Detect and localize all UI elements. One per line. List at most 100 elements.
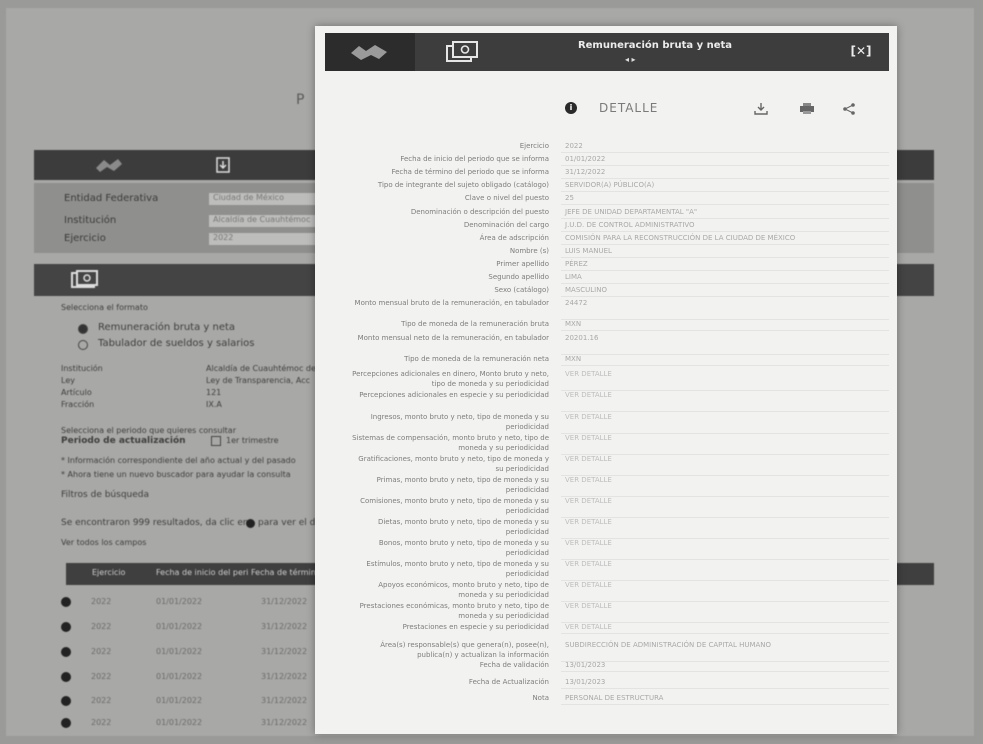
table-row[interactable]: 2022 01/01/2022 31/12/2022 (61, 643, 321, 663)
column-header[interactable]: Ejercicio (92, 568, 125, 577)
radio-label: Remuneración bruta y neta (98, 322, 236, 333)
download-icon[interactable] (214, 156, 240, 174)
column-header[interactable]: Fecha de inicio del peri (156, 568, 248, 577)
detail-row-value: 20201.16 (565, 334, 599, 342)
period-label: Periodo de actualización (61, 436, 186, 446)
detail-link[interactable]: Ver detalle (565, 601, 885, 611)
detail-link[interactable]: Ver detalle (565, 412, 885, 422)
detail-row-label: Apoyos económicos, monto bruto y neto, t… (378, 581, 549, 599)
detail-link[interactable]: Ver detalle (565, 622, 885, 632)
detail-row-label: Nombre (s) (509, 247, 549, 255)
form-label: Institución (64, 215, 117, 226)
meta-label: Fracción (61, 400, 95, 409)
detail-row-value: 13/01/2023 (565, 661, 606, 669)
detail-link[interactable]: Ver detalle (565, 475, 885, 485)
meta-value: 121 (206, 388, 222, 397)
logo-icon (351, 45, 387, 60)
table-row[interactable]: 2022 01/01/2022 31/12/2022 (61, 692, 321, 712)
info-icon[interactable] (61, 622, 71, 632)
nav-arrows[interactable]: ◂ ▸ (625, 55, 636, 64)
print-icon[interactable] (799, 101, 815, 115)
row-divider (561, 365, 889, 366)
detail-link[interactable]: Ver detalle (565, 496, 885, 506)
table-row[interactable]: 2022 01/01/2022 31/12/2022 (61, 618, 321, 638)
detail-link[interactable]: Ver detalle (565, 559, 885, 569)
detail-row-value: MXN (565, 355, 582, 363)
detail-row-label: Segundo apellido (488, 273, 549, 281)
detail-row-value: PÉREZ (565, 260, 588, 268)
detail-row-label: Percepciones adicionales en dinero, Mont… (352, 370, 549, 388)
detail-row-value: COMISIÓN PARA LA RECONSTRUCCIÓN DE LA CI… (565, 234, 796, 242)
table-row[interactable]: 2022 01/01/2022 31/12/2022 (61, 714, 321, 734)
table-row[interactable]: 2022 01/01/2022 31/12/2022 (61, 593, 321, 613)
info-icon[interactable] (61, 597, 71, 607)
row-divider (561, 270, 889, 271)
note-2: * Ahora tiene un nuevo buscador para ayu… (61, 470, 291, 479)
share-icon[interactable] (841, 101, 857, 115)
detail-row-value: J.U.D. DE CONTROL ADMINISTRATIVO (565, 221, 695, 229)
detail-row-label: Área de adscripción (479, 234, 549, 242)
meta-label: Ley (61, 376, 75, 385)
column-header[interactable]: Fecha de término (251, 568, 321, 577)
detail-link[interactable]: Ver detalle (565, 517, 885, 527)
detail-row-label: Primas, monto bruto y neto, tipo de mone… (376, 476, 549, 494)
detail-row-label: Prestaciones económicas, monto bruto y n… (359, 602, 549, 620)
row-divider (561, 165, 889, 166)
detail-row-label: Percepciones adicionales en especie y su… (359, 391, 549, 399)
detail-row-label: Prestaciones en especie y su periodicida… (402, 623, 549, 631)
info-icon[interactable] (61, 647, 71, 657)
modal-header: Remuneración bruta y neta ◂ ▸ [✕] (325, 33, 889, 71)
info-icon[interactable] (61, 696, 71, 706)
close-icon[interactable]: [✕] (850, 44, 871, 58)
detail-link[interactable]: Ver detalle (565, 433, 885, 443)
money-icon[interactable] (445, 41, 479, 63)
form-label: Entidad Federativa (64, 193, 159, 204)
detail-row-value: 31/12/2022 (565, 168, 606, 176)
detail-row-label: Denominación o descripción del puesto (410, 208, 549, 216)
radio-remuneration[interactable] (78, 324, 88, 334)
detail-link[interactable]: Ver detalle (565, 538, 885, 548)
info-icon: i (565, 102, 577, 114)
detail-row-label: Bonos, monto bruto y neto, tipo de moned… (378, 539, 549, 557)
meta-label: Institución (61, 364, 103, 373)
row-divider (561, 283, 889, 284)
row-divider (561, 688, 889, 689)
results-text: Se encontraron 999 resultados, da clic e… (61, 518, 249, 528)
download-link[interactable]: Ver todos los campos (61, 538, 146, 547)
detail-row-value: 2022 (565, 142, 583, 150)
detail-row-label: Ejercicio (519, 142, 549, 150)
period-checkbox[interactable] (211, 436, 221, 446)
detail-row-value: 01/01/2022 (565, 155, 606, 163)
detail-link[interactable]: Ver detalle (565, 390, 885, 400)
table-row[interactable]: 2022 01/01/2022 31/12/2022 (61, 668, 321, 688)
detail-row-label: Tipo de moneda de la remuneración bruta (401, 320, 549, 328)
detail-row-label: Fecha de término del periodo que se info… (391, 168, 549, 176)
detail-row-label: Sexo (catálogo) (494, 286, 549, 294)
detail-row-label: Fecha de inicio del periodo que se infor… (400, 155, 549, 163)
detail-row-label: Estímulos, monto bruto y neto, tipo de m… (366, 560, 549, 578)
row-divider (561, 671, 889, 672)
money-icon (70, 270, 100, 294)
detail-toolbar: i DETALLE (565, 98, 865, 120)
detail-row-value: MXN (565, 320, 582, 328)
row-divider (561, 204, 889, 205)
detail-row-value: LUIS MANUEL (565, 247, 612, 255)
filter-link[interactable]: Filtros de búsqueda (61, 490, 149, 500)
detail-link[interactable]: Ver detalle (565, 369, 885, 379)
detail-row-label: Fecha de validación (479, 661, 549, 669)
row-divider (561, 296, 889, 297)
close-button[interactable]: [✕] (850, 41, 872, 61)
detail-link[interactable]: Ver detalle (565, 454, 885, 464)
detail-row-value: Masculino (565, 286, 607, 294)
period-option: 1er trimestre (226, 436, 279, 445)
format-title: Selecciona el formato (61, 303, 148, 312)
radio-tabulator[interactable] (78, 340, 88, 350)
meta-label: Artículo (61, 388, 92, 397)
download-icon[interactable] (753, 101, 769, 115)
info-icon[interactable] (61, 672, 71, 682)
detail-link[interactable]: Ver detalle (565, 580, 885, 590)
info-icon[interactable] (61, 718, 71, 728)
note-1: * Información correspondiente del año ac… (61, 456, 296, 465)
detail-row-value: 25 (565, 194, 574, 202)
detail-row-label: Ingresos, monto bruto y neto, tipo de mo… (370, 413, 549, 431)
